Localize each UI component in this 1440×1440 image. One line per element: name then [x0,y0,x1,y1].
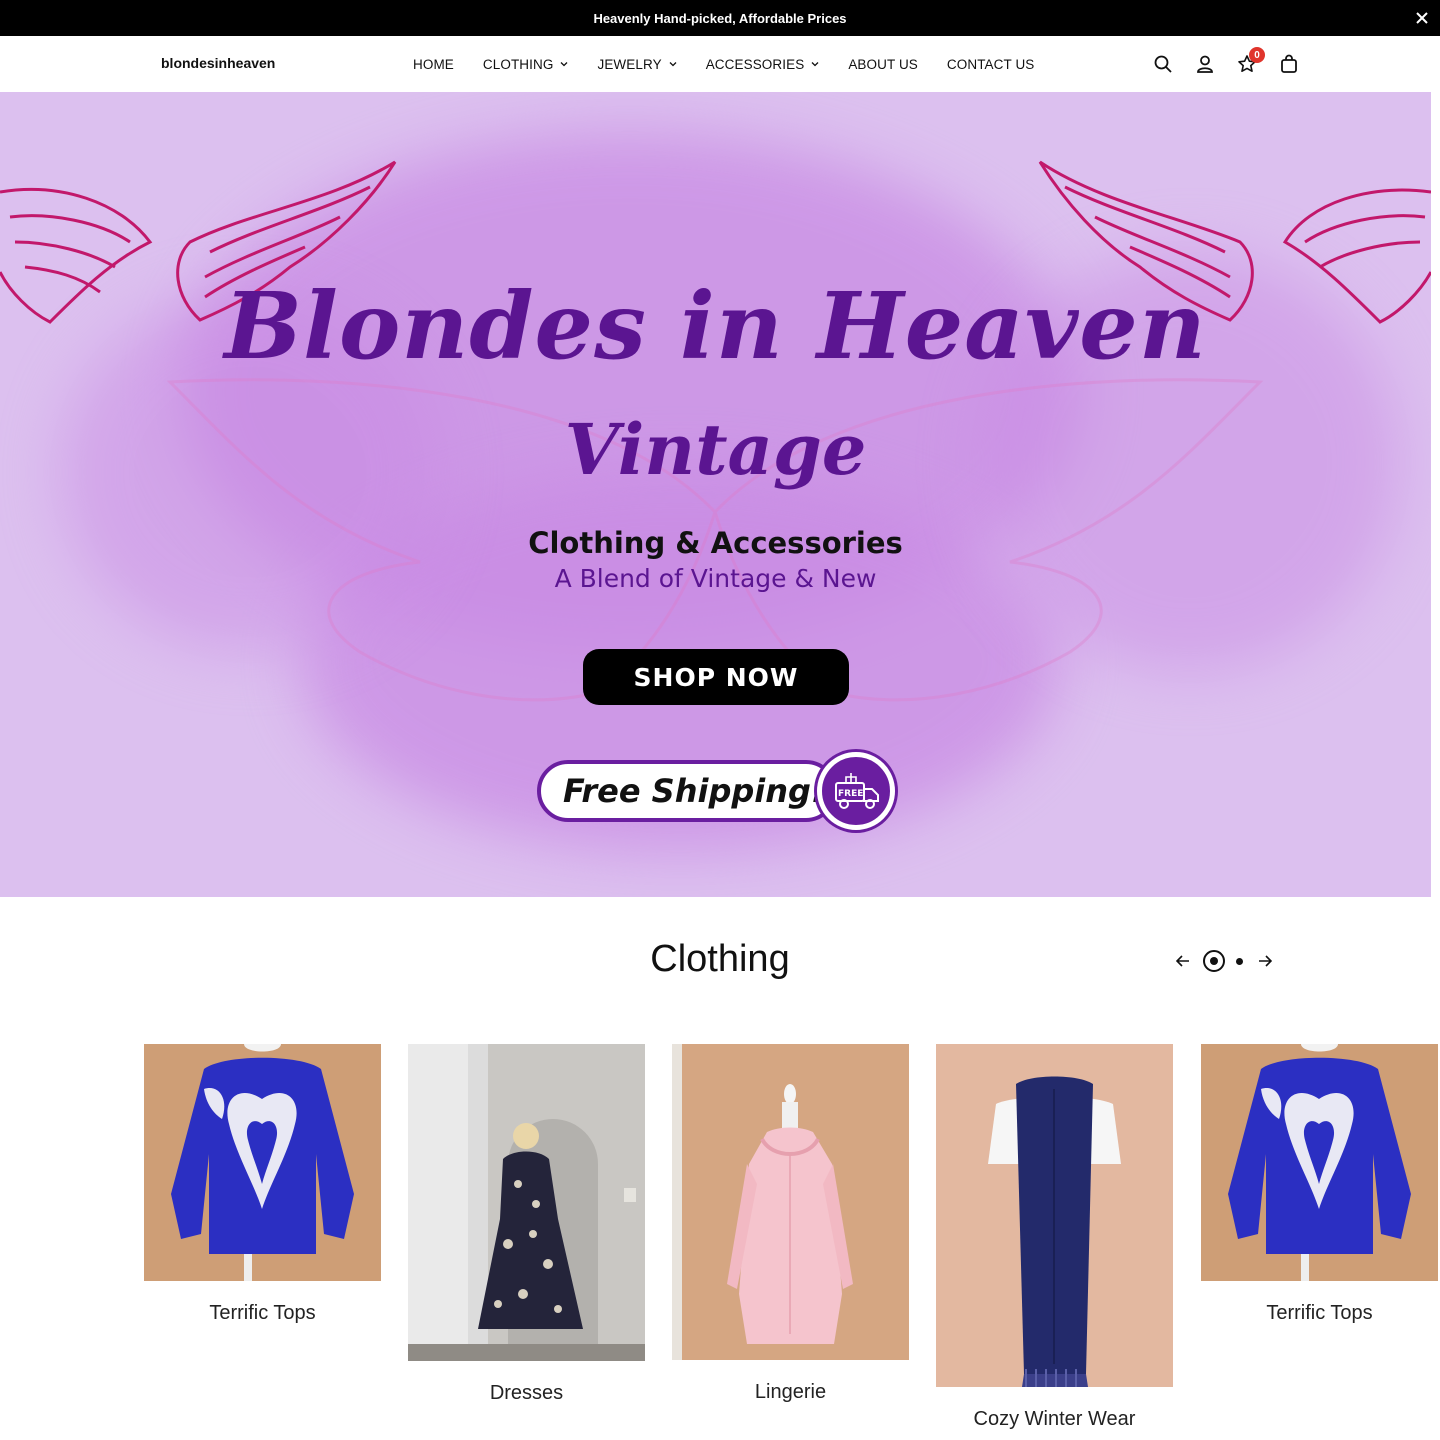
close-icon[interactable] [1412,8,1432,28]
nav-jewelry[interactable]: JEWELRY [597,56,677,72]
main-nav: HOME CLOTHING JEWELRY ACCESSORIES ABOUT … [413,36,1063,92]
hero-tagline-secondary: A Blend of Vintage & New [554,564,877,593]
category-label[interactable]: Cozy Winter Wear [936,1408,1173,1431]
announcement-bar: Heavenly Hand-picked, Affordable Prices [0,0,1440,36]
category-image[interactable] [672,1044,909,1360]
arrow-right-icon[interactable] [1254,950,1276,972]
category-image[interactable] [1201,1044,1438,1281]
header-icons: 0 [1152,36,1320,92]
category-image[interactable] [936,1044,1173,1387]
nav-contact-us[interactable]: CONTACT US [947,57,1035,72]
nav-label: ACCESSORIES [705,56,805,72]
pager-dot[interactable] [1236,957,1243,965]
category-image[interactable] [144,1044,381,1281]
free-shipping-banner: Free Shipping! [537,760,837,822]
nav-label: CLOTHING [482,56,554,72]
account-icon[interactable] [1194,53,1216,75]
wishlist-count-badge: 0 [1249,47,1265,63]
category-label[interactable]: Lingerie [672,1381,909,1404]
nav-accessories[interactable]: ACCESSORIES [706,57,820,72]
category-image[interactable] [408,1044,645,1361]
chevron-down-icon [561,62,568,67]
nav-label: HOME [413,56,454,72]
announcement-text: Heavenly Hand-picked, Affordable Prices [593,10,847,26]
wishlist-icon[interactable]: 0 [1236,47,1265,75]
free-shipping-text: Free Shipping! [563,772,826,810]
hero-tagline: Clothing & Accessories [528,526,903,560]
category-label[interactable]: Terrific Tops [144,1302,381,1325]
hero-banner: Blondes in Heaven Vintage Clothing & Acc… [0,92,1431,897]
search-icon[interactable] [1152,53,1174,75]
nav-clothing[interactable]: CLOTHING [483,57,569,72]
free-badge-text: FREE [838,789,863,799]
hero-subtitle: Vintage [564,408,867,491]
hero-title: Blondes in Heaven [224,272,1207,380]
chevron-down-icon [811,62,819,67]
cart-icon[interactable] [1278,53,1300,75]
nav-about-us[interactable]: ABOUT US [848,57,918,72]
shop-now-button[interactable]: SHOP NOW [583,649,849,705]
nav-label: CONTACT US [946,56,1035,72]
carousel-pager [1172,950,1276,972]
site-header: blondesinheaven HOME CLOTHING JEWELRY AC… [0,36,1440,92]
category-label[interactable]: Terrific Tops [1201,1302,1438,1325]
chevron-down-icon [669,62,677,67]
nav-label: ABOUT US [848,56,918,72]
category-label[interactable]: Dresses [408,1382,645,1405]
free-delivery-truck-icon: FREE [817,752,895,830]
pager-dot-active[interactable] [1203,950,1225,972]
site-logo[interactable]: blondesinheaven [161,55,275,71]
nav-label: JEWELRY [597,56,662,72]
nav-home[interactable]: HOME [413,57,454,72]
arrow-left-icon[interactable] [1172,950,1194,972]
